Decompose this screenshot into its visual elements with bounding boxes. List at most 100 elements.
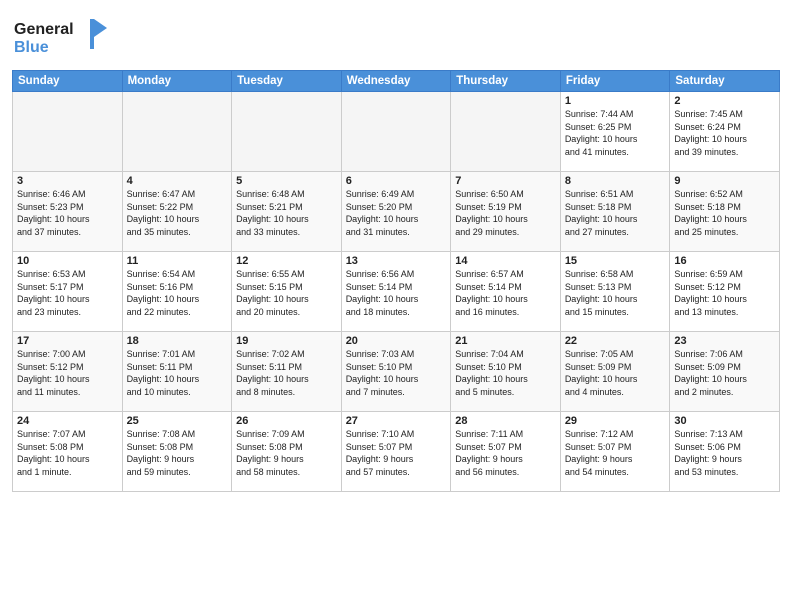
day-info: Sunrise: 6:56 AMSunset: 5:14 PMDaylight:… xyxy=(346,268,447,318)
day-info: Sunrise: 7:10 AMSunset: 5:07 PMDaylight:… xyxy=(346,428,447,478)
calendar-cell xyxy=(122,92,232,172)
calendar-cell: 21Sunrise: 7:04 AMSunset: 5:10 PMDayligh… xyxy=(451,332,561,412)
calendar-cell: 14Sunrise: 6:57 AMSunset: 5:14 PMDayligh… xyxy=(451,252,561,332)
day-info: Sunrise: 6:50 AMSunset: 5:19 PMDaylight:… xyxy=(455,188,556,238)
day-number: 24 xyxy=(17,415,118,427)
calendar-cell: 17Sunrise: 7:00 AMSunset: 5:12 PMDayligh… xyxy=(13,332,123,412)
day-number: 7 xyxy=(455,175,556,187)
day-number: 16 xyxy=(674,255,775,267)
week-row-3: 10Sunrise: 6:53 AMSunset: 5:17 PMDayligh… xyxy=(13,252,780,332)
day-number: 26 xyxy=(236,415,337,427)
day-number: 30 xyxy=(674,415,775,427)
day-info: Sunrise: 6:53 AMSunset: 5:17 PMDaylight:… xyxy=(17,268,118,318)
week-row-4: 17Sunrise: 7:00 AMSunset: 5:12 PMDayligh… xyxy=(13,332,780,412)
day-info: Sunrise: 6:51 AMSunset: 5:18 PMDaylight:… xyxy=(565,188,666,238)
day-info: Sunrise: 7:02 AMSunset: 5:11 PMDaylight:… xyxy=(236,348,337,398)
calendar-cell: 7Sunrise: 6:50 AMSunset: 5:19 PMDaylight… xyxy=(451,172,561,252)
day-info: Sunrise: 7:44 AMSunset: 6:25 PMDaylight:… xyxy=(565,108,666,158)
day-number: 22 xyxy=(565,335,666,347)
day-number: 9 xyxy=(674,175,775,187)
calendar-cell: 26Sunrise: 7:09 AMSunset: 5:08 PMDayligh… xyxy=(232,412,342,492)
logo-icon: General Blue xyxy=(12,14,107,59)
day-number: 15 xyxy=(565,255,666,267)
day-info: Sunrise: 7:04 AMSunset: 5:10 PMDaylight:… xyxy=(455,348,556,398)
weekday-header-friday: Friday xyxy=(560,71,670,92)
day-number: 11 xyxy=(127,255,228,267)
weekday-header-sunday: Sunday xyxy=(13,71,123,92)
calendar-page: General Blue SundayMondayTuesdayWednesda… xyxy=(0,0,792,612)
calendar-cell: 8Sunrise: 6:51 AMSunset: 5:18 PMDaylight… xyxy=(560,172,670,252)
calendar-cell: 1Sunrise: 7:44 AMSunset: 6:25 PMDaylight… xyxy=(560,92,670,172)
day-number: 23 xyxy=(674,335,775,347)
day-info: Sunrise: 6:59 AMSunset: 5:12 PMDaylight:… xyxy=(674,268,775,318)
day-number: 20 xyxy=(346,335,447,347)
calendar-cell xyxy=(341,92,451,172)
calendar-cell: 19Sunrise: 7:02 AMSunset: 5:11 PMDayligh… xyxy=(232,332,342,412)
day-info: Sunrise: 6:54 AMSunset: 5:16 PMDaylight:… xyxy=(127,268,228,318)
day-number: 19 xyxy=(236,335,337,347)
calendar-table: SundayMondayTuesdayWednesdayThursdayFrid… xyxy=(12,70,780,492)
calendar-cell: 15Sunrise: 6:58 AMSunset: 5:13 PMDayligh… xyxy=(560,252,670,332)
day-info: Sunrise: 7:11 AMSunset: 5:07 PMDaylight:… xyxy=(455,428,556,478)
day-number: 6 xyxy=(346,175,447,187)
calendar-cell: 9Sunrise: 6:52 AMSunset: 5:18 PMDaylight… xyxy=(670,172,780,252)
calendar-cell xyxy=(451,92,561,172)
weekday-header-saturday: Saturday xyxy=(670,71,780,92)
day-info: Sunrise: 6:47 AMSunset: 5:22 PMDaylight:… xyxy=(127,188,228,238)
calendar-cell: 22Sunrise: 7:05 AMSunset: 5:09 PMDayligh… xyxy=(560,332,670,412)
day-info: Sunrise: 7:07 AMSunset: 5:08 PMDaylight:… xyxy=(17,428,118,478)
calendar-cell: 28Sunrise: 7:11 AMSunset: 5:07 PMDayligh… xyxy=(451,412,561,492)
header: General Blue xyxy=(12,10,780,64)
weekday-header-monday: Monday xyxy=(122,71,232,92)
logo-text-block: General Blue xyxy=(12,14,107,64)
day-number: 10 xyxy=(17,255,118,267)
weekday-header-wednesday: Wednesday xyxy=(341,71,451,92)
day-number: 29 xyxy=(565,415,666,427)
calendar-cell: 4Sunrise: 6:47 AMSunset: 5:22 PMDaylight… xyxy=(122,172,232,252)
calendar-cell: 11Sunrise: 6:54 AMSunset: 5:16 PMDayligh… xyxy=(122,252,232,332)
day-info: Sunrise: 6:55 AMSunset: 5:15 PMDaylight:… xyxy=(236,268,337,318)
day-info: Sunrise: 7:03 AMSunset: 5:10 PMDaylight:… xyxy=(346,348,447,398)
day-number: 28 xyxy=(455,415,556,427)
day-info: Sunrise: 7:09 AMSunset: 5:08 PMDaylight:… xyxy=(236,428,337,478)
day-info: Sunrise: 7:01 AMSunset: 5:11 PMDaylight:… xyxy=(127,348,228,398)
calendar-cell: 25Sunrise: 7:08 AMSunset: 5:08 PMDayligh… xyxy=(122,412,232,492)
day-number: 17 xyxy=(17,335,118,347)
calendar-cell: 2Sunrise: 7:45 AMSunset: 6:24 PMDaylight… xyxy=(670,92,780,172)
week-row-2: 3Sunrise: 6:46 AMSunset: 5:23 PMDaylight… xyxy=(13,172,780,252)
calendar-cell: 29Sunrise: 7:12 AMSunset: 5:07 PMDayligh… xyxy=(560,412,670,492)
day-number: 21 xyxy=(455,335,556,347)
calendar-cell: 16Sunrise: 6:59 AMSunset: 5:12 PMDayligh… xyxy=(670,252,780,332)
day-info: Sunrise: 7:13 AMSunset: 5:06 PMDaylight:… xyxy=(674,428,775,478)
calendar-cell: 12Sunrise: 6:55 AMSunset: 5:15 PMDayligh… xyxy=(232,252,342,332)
day-info: Sunrise: 7:08 AMSunset: 5:08 PMDaylight:… xyxy=(127,428,228,478)
calendar-cell xyxy=(232,92,342,172)
calendar-cell: 18Sunrise: 7:01 AMSunset: 5:11 PMDayligh… xyxy=(122,332,232,412)
calendar-cell: 10Sunrise: 6:53 AMSunset: 5:17 PMDayligh… xyxy=(13,252,123,332)
day-info: Sunrise: 7:45 AMSunset: 6:24 PMDaylight:… xyxy=(674,108,775,158)
calendar-cell: 27Sunrise: 7:10 AMSunset: 5:07 PMDayligh… xyxy=(341,412,451,492)
day-number: 3 xyxy=(17,175,118,187)
day-number: 12 xyxy=(236,255,337,267)
day-info: Sunrise: 7:06 AMSunset: 5:09 PMDaylight:… xyxy=(674,348,775,398)
svg-text:General: General xyxy=(14,21,74,38)
calendar-cell xyxy=(13,92,123,172)
day-info: Sunrise: 6:57 AMSunset: 5:14 PMDaylight:… xyxy=(455,268,556,318)
day-info: Sunrise: 7:12 AMSunset: 5:07 PMDaylight:… xyxy=(565,428,666,478)
weekday-header-tuesday: Tuesday xyxy=(232,71,342,92)
svg-text:Blue: Blue xyxy=(14,39,49,56)
day-number: 8 xyxy=(565,175,666,187)
day-info: Sunrise: 6:49 AMSunset: 5:20 PMDaylight:… xyxy=(346,188,447,238)
day-info: Sunrise: 6:48 AMSunset: 5:21 PMDaylight:… xyxy=(236,188,337,238)
day-number: 25 xyxy=(127,415,228,427)
calendar-cell: 13Sunrise: 6:56 AMSunset: 5:14 PMDayligh… xyxy=(341,252,451,332)
calendar-cell: 3Sunrise: 6:46 AMSunset: 5:23 PMDaylight… xyxy=(13,172,123,252)
day-number: 5 xyxy=(236,175,337,187)
week-row-1: 1Sunrise: 7:44 AMSunset: 6:25 PMDaylight… xyxy=(13,92,780,172)
day-number: 13 xyxy=(346,255,447,267)
calendar-cell: 30Sunrise: 7:13 AMSunset: 5:06 PMDayligh… xyxy=(670,412,780,492)
logo: General Blue xyxy=(12,14,107,64)
weekday-header-thursday: Thursday xyxy=(451,71,561,92)
day-number: 14 xyxy=(455,255,556,267)
weekday-header-row: SundayMondayTuesdayWednesdayThursdayFrid… xyxy=(13,71,780,92)
